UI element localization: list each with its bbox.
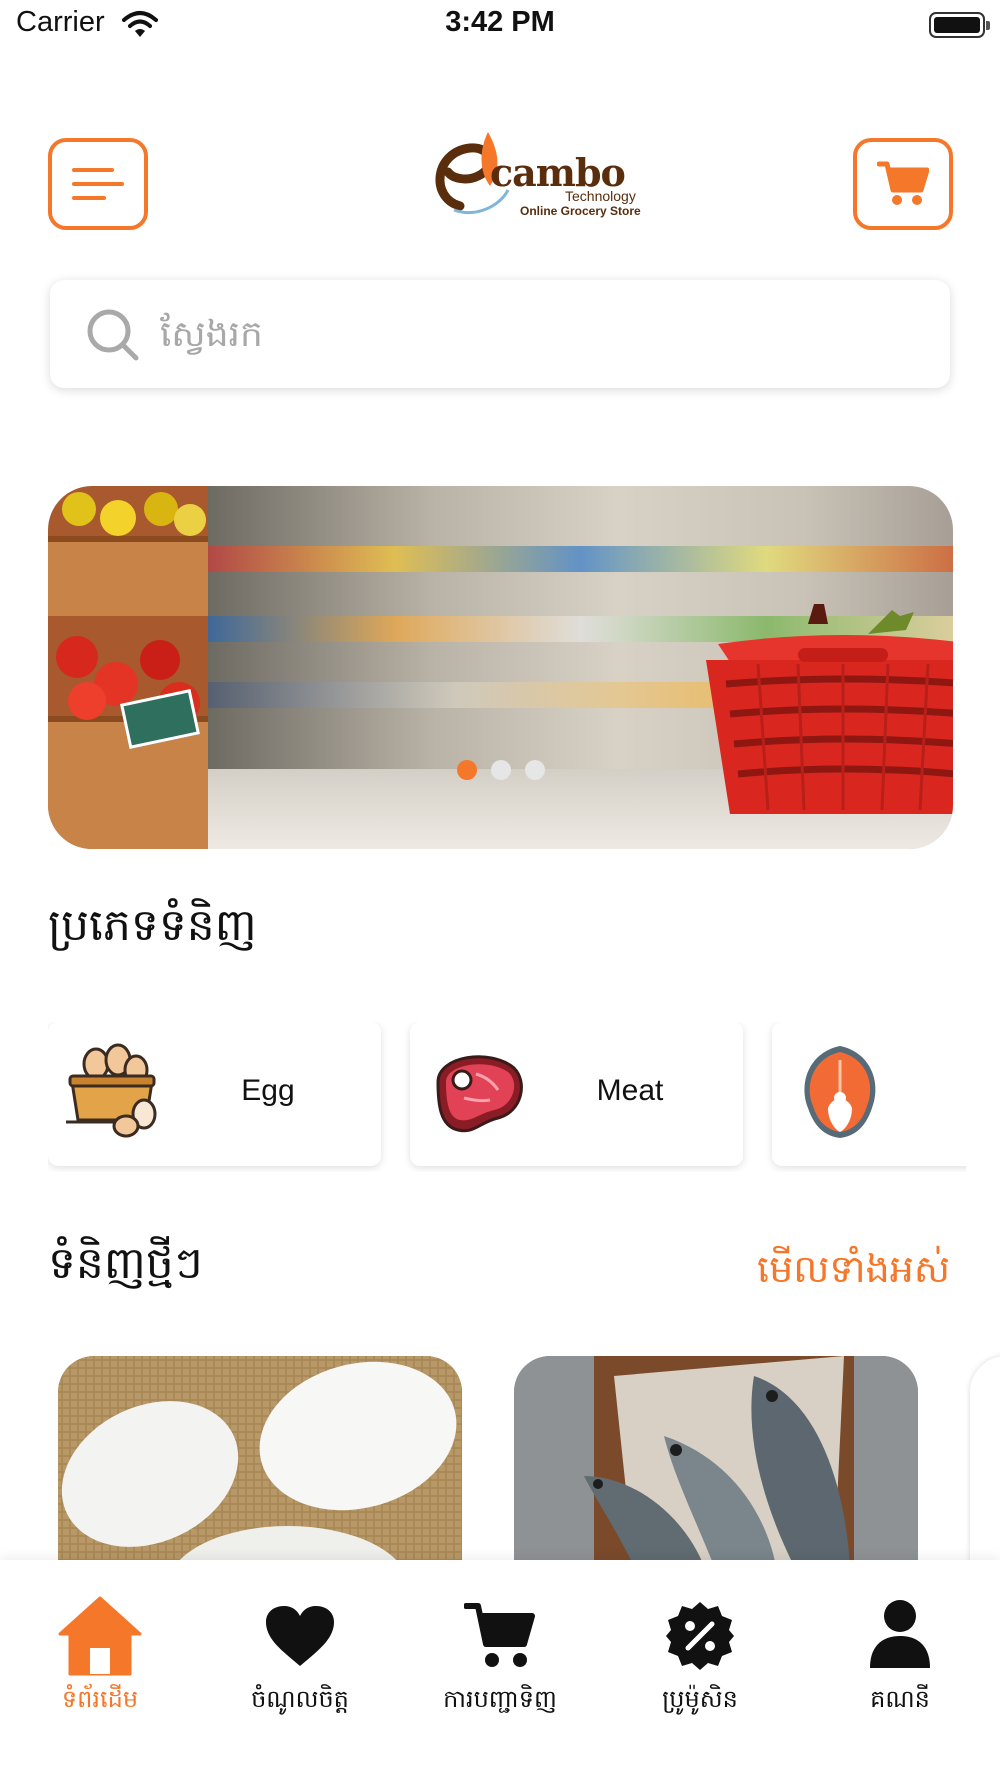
salmon-icon (804, 1046, 876, 1138)
category-card-egg[interactable]: Egg (48, 1022, 381, 1166)
hamburger-icon (72, 168, 124, 200)
tab-home-label: ទំព័រដើម (61, 1685, 139, 1713)
see-all-link[interactable]: មើលទាំងអស់ (757, 1245, 950, 1301)
product-card-fish[interactable] (514, 1356, 918, 1566)
carousel-dot-2[interactable] (490, 760, 511, 780)
carousel-dot-3[interactable] (524, 760, 545, 780)
tab-account-label: គណនី (870, 1685, 930, 1713)
promo-banner-carousel[interactable] (48, 486, 953, 849)
cart-button[interactable] (853, 138, 953, 230)
category-label-meat: Meat (596, 1074, 664, 1107)
discount-badge-icon (666, 1602, 734, 1670)
tab-favorites[interactable]: ចំណូលចិត្ត (200, 1596, 400, 1716)
tab-promotions[interactable]: ប្រូម៉ូសិន (600, 1596, 800, 1716)
menu-button[interactable] (48, 138, 148, 230)
logo-tagline: Online Grocery Store (520, 204, 641, 218)
steak-icon (436, 1055, 523, 1133)
product-card-next[interactable] (970, 1356, 1000, 1566)
status-bar: Carrier 3:42 PM (0, 0, 1000, 52)
battery-icon (929, 12, 990, 38)
bottom-tab-bar: ទំព័រដើម ចំណូលចិត្ត ការបញ្ជាទិញ ប្រូម៉ូស… (0, 1560, 1000, 1778)
category-list: Egg Meat (48, 1022, 966, 1172)
tab-favorites-label: ចំណូលចិត្ត (251, 1685, 349, 1713)
carousel-dot-1[interactable] (456, 760, 477, 780)
tab-orders-label: ការបញ្ជាទិញ (443, 1685, 557, 1713)
banner-produce-image (48, 486, 208, 849)
basket-illustration (706, 604, 953, 814)
egg-basket-icon (66, 1043, 157, 1138)
category-card-meat[interactable]: Meat (410, 1022, 743, 1166)
cart-icon (464, 1603, 535, 1667)
user-icon (870, 1600, 930, 1668)
search-input[interactable] (160, 304, 900, 364)
tab-promotions-label: ប្រូម៉ូសិន (662, 1685, 738, 1713)
search-icon (87, 309, 139, 361)
product-card-eggs[interactable] (58, 1356, 462, 1566)
banner-basket-image (208, 486, 953, 849)
product-image-fish (514, 1356, 918, 1566)
tab-account[interactable]: គណនី (800, 1596, 1000, 1716)
home-icon (58, 1596, 142, 1676)
categories-title: ប្រភេទទំនិញ (48, 900, 257, 951)
logo-technology: Technology (565, 188, 636, 204)
status-time: 3:42 PM (445, 6, 555, 38)
category-card-fish[interactable] (772, 1022, 966, 1166)
new-products-title: ទំនិញថ្មីៗ (48, 1238, 203, 1289)
tab-home[interactable]: ទំព័រដើម (0, 1596, 200, 1716)
category-label-egg: Egg (241, 1074, 295, 1107)
tab-orders[interactable]: ការបញ្ជាទិញ (400, 1596, 600, 1716)
carousel-indicators (48, 760, 953, 780)
app-logo: cambo Technology Online Grocery Store (430, 128, 641, 228)
product-image-eggs (58, 1356, 462, 1566)
cart-icon (877, 161, 929, 205)
search-bar[interactable] (50, 280, 950, 388)
heart-icon (266, 1606, 334, 1666)
